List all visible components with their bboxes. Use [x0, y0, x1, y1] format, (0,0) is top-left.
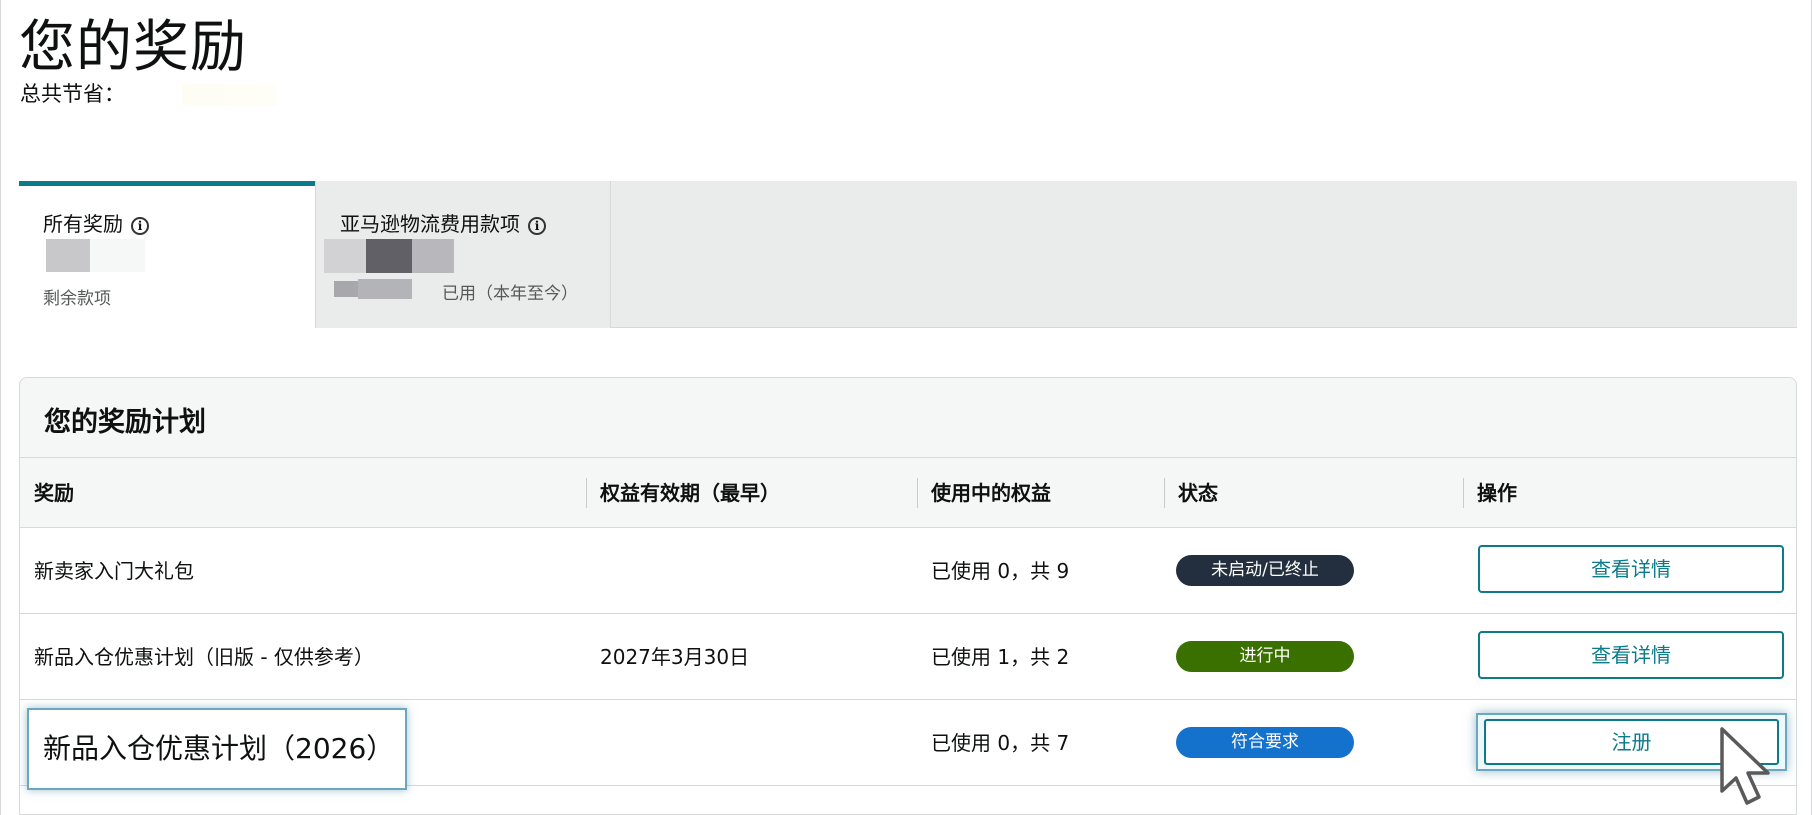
reward-expiry: 2027年3月30日	[600, 645, 750, 669]
column-status: 状态	[1178, 481, 1218, 505]
reward-usage: 已使用 1，共 2	[931, 645, 1070, 669]
info-icon[interactable]: i	[528, 216, 546, 235]
redacted-value	[412, 239, 454, 273]
column-usage: 使用中的权益	[931, 481, 1051, 505]
redacted-value	[324, 239, 366, 273]
highlighted-reward-name: 新品入仓优惠计划（2026）	[27, 708, 407, 790]
status-badge: 未启动/已终止	[1176, 555, 1354, 586]
status-badge: 符合要求	[1176, 727, 1354, 758]
column-expiry: 权益有效期（最早）	[600, 481, 780, 505]
reward-name: 新品入仓优惠计划（旧版 - 仅供参考）	[34, 645, 374, 669]
table-row: 新品入仓优惠计划（旧版 - 仅供参考） 2027年3月30日 已使用 1，共 2…	[20, 614, 1796, 700]
column-action: 操作	[1477, 481, 1517, 505]
view-details-button[interactable]: 查看详情	[1478, 631, 1784, 679]
reward-name: 新卖家入门大礼包	[34, 559, 194, 583]
cursor-pointer-icon	[1720, 727, 1770, 805]
remaining-label: 剩余款项	[43, 289, 111, 309]
rewards-page: 您的奖励 总共节省： 所有奖励 i 剩余款项 亚马逊物流费用款项 i 已用（本年至今…	[0, 0, 1812, 815]
redacted-value	[334, 281, 358, 297]
view-details-button[interactable]: 查看详情	[1478, 545, 1784, 593]
used-ytd-label: 已用（本年至今）	[442, 284, 578, 304]
status-badge: 进行中	[1176, 641, 1354, 672]
tab-fba-fees[interactable]: 亚马逊物流费用款项 i 已用（本年至今）	[315, 181, 611, 328]
column-divider	[586, 478, 587, 508]
column-divider	[1164, 478, 1165, 508]
tab-all-rewards-label: 所有奖励	[43, 212, 123, 236]
redacted-value	[366, 239, 412, 273]
info-icon[interactable]: i	[131, 216, 149, 235]
reward-usage: 已使用 0，共 9	[931, 559, 1070, 583]
redacted-value	[46, 239, 90, 272]
total-savings-redacted-value	[181, 84, 277, 106]
card-title: 您的奖励计划	[20, 378, 1796, 458]
page-title: 您的奖励	[19, 15, 247, 80]
column-divider	[917, 478, 918, 508]
tab-all-rewards[interactable]: 所有奖励 i 剩余款项	[19, 181, 315, 328]
total-savings: 总共节省：	[20, 78, 277, 108]
reward-usage: 已使用 0，共 7	[931, 731, 1070, 755]
table-row: 新卖家入门大礼包 已使用 0，共 9 未启动/已终止 查看详情	[20, 528, 1796, 614]
column-reward: 奖励	[34, 481, 74, 505]
tab-fba-fees-label: 亚马逊物流费用款项	[340, 212, 520, 236]
table-header: 奖励 权益有效期（最早） 使用中的权益 状态 操作	[20, 458, 1796, 528]
rewards-tabs: 所有奖励 i 剩余款项 亚马逊物流费用款项 i 已用（本年至今）	[19, 181, 1797, 328]
redacted-value	[358, 279, 412, 299]
column-divider	[1463, 478, 1464, 508]
total-savings-label: 总共节省：	[20, 82, 125, 106]
redacted-value	[90, 239, 145, 272]
